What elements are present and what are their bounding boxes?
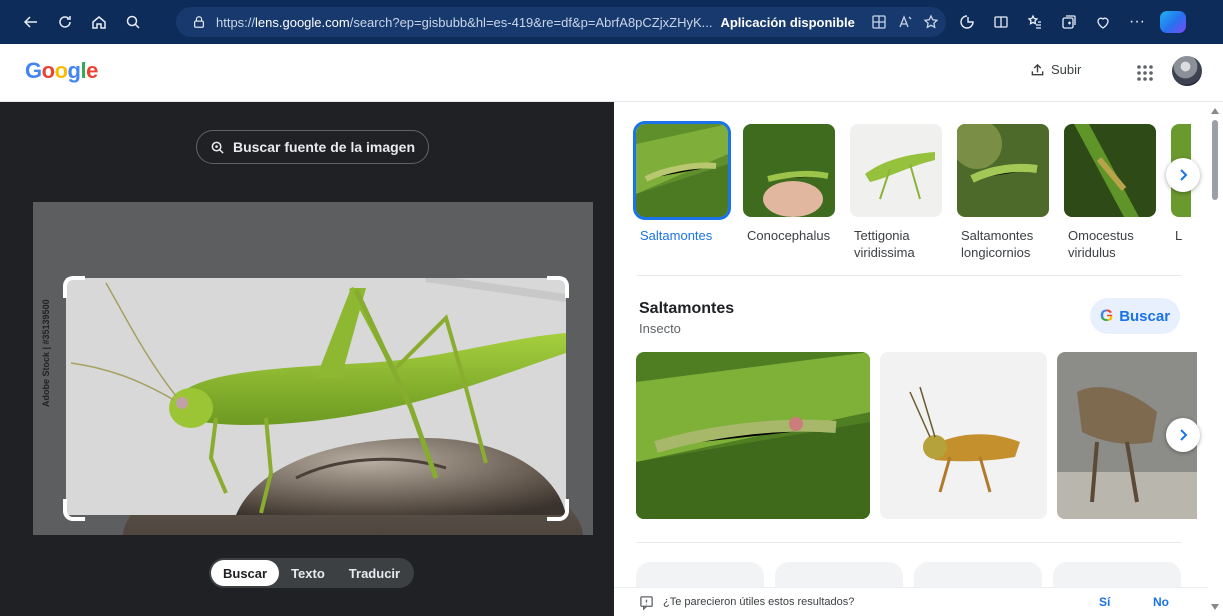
home-icon[interactable]: [82, 6, 116, 38]
results-scrollbar[interactable]: [1208, 102, 1223, 616]
gallery-next-button[interactable]: [1166, 418, 1200, 452]
copilot-icon[interactable]: [1160, 11, 1186, 33]
split-screen-icon[interactable]: [984, 6, 1018, 38]
placeholder-card: [1053, 562, 1181, 588]
favorites-list-icon[interactable]: [1018, 6, 1052, 38]
mode-tab-translate[interactable]: Traducir: [337, 560, 412, 586]
google-g-icon: G: [1099, 306, 1114, 325]
grasshopper-crop: [66, 278, 566, 515]
results-panel: Saltamontes Conocephalus Tettigonia viri…: [614, 102, 1223, 616]
app-install-icon[interactable]: [871, 14, 887, 30]
placeholder-card: [775, 562, 903, 588]
scroll-down-arrow[interactable]: [1211, 604, 1219, 610]
chip-saltamontes-longicornios[interactable]: Saltamontes longicornios: [957, 124, 1049, 261]
google-search-button[interactable]: G Buscar: [1090, 298, 1180, 334]
lens-image-panel: Buscar fuente de la imagen Adobe Stock |…: [0, 102, 614, 616]
image-watermark: Adobe Stock | #35139500: [41, 299, 51, 407]
scroll-up-arrow[interactable]: [1211, 108, 1219, 114]
chevron-right-icon: [1180, 169, 1188, 181]
crop-handle-top-left[interactable]: [63, 276, 85, 298]
gallery-image[interactable]: [636, 352, 870, 519]
feedback-bar: ¿Te parecieron útiles estos resultados? …: [614, 587, 1223, 616]
collections-icon[interactable]: [1052, 6, 1086, 38]
back-icon[interactable]: [14, 6, 48, 38]
crop-handle-bottom-right[interactable]: [547, 499, 569, 521]
google-logo[interactable]: Google: [25, 58, 98, 84]
divider: [636, 542, 1182, 543]
feedback-question: ¿Te parecieron útiles estos resultados?: [663, 596, 855, 608]
search-icon[interactable]: [116, 6, 150, 38]
entity-subtitle: Insecto: [639, 321, 681, 336]
feedback-no-button[interactable]: No: [1153, 595, 1169, 609]
url-host: lens.google.com: [255, 14, 350, 30]
chip-saltamontes[interactable]: Saltamontes: [633, 121, 731, 261]
refresh-icon[interactable]: [48, 6, 82, 38]
image-selection-area[interactable]: [66, 278, 566, 515]
browser-essentials-icon[interactable]: [1086, 6, 1120, 38]
placeholder-card: [636, 562, 764, 588]
more-menu-icon[interactable]: ···: [1120, 6, 1154, 38]
entity-chips: Saltamontes Conocephalus Tettigonia viri…: [633, 121, 1171, 261]
upload-button[interactable]: Subir: [1030, 62, 1081, 77]
upload-icon: [1031, 63, 1044, 76]
loading-placeholders: [636, 562, 1192, 588]
chip-tettigonia[interactable]: Tettigonia viridissima: [850, 124, 942, 261]
url-prefix: https://: [216, 14, 256, 30]
entity-title: Saltamontes: [639, 300, 735, 317]
google-apps-icon[interactable]: [1136, 64, 1154, 82]
read-aloud-icon[interactable]: [897, 14, 913, 30]
find-image-source-button[interactable]: Buscar fuente de la imagen: [196, 130, 429, 164]
scroll-thumb[interactable]: [1212, 120, 1218, 200]
crop-handle-bottom-left[interactable]: [63, 499, 85, 521]
google-header: Google Subir: [0, 44, 1223, 102]
url-path: /search?ep=gisbubb&hl=es-419&re=df&p=Abr…: [349, 14, 713, 30]
upload-label: Subir: [1051, 62, 1082, 77]
image-gallery: [636, 352, 1207, 519]
browser-toolbar: https://lens.google.com/search?ep=gisbub…: [0, 0, 1223, 44]
extensions-icon[interactable]: [950, 6, 984, 38]
address-bar[interactable]: https://lens.google.com/search?ep=gisbub…: [176, 7, 946, 37]
lens-search-icon: [211, 141, 224, 154]
uploaded-image[interactable]: Adobe Stock | #35139500: [33, 202, 593, 535]
mode-tab-search[interactable]: Buscar: [211, 560, 280, 586]
lens-mode-switcher: Buscar Texto Traducir: [209, 558, 414, 588]
favorite-star-icon[interactable]: [923, 14, 939, 30]
placeholder-card: [914, 562, 1042, 588]
app-available-label[interactable]: Aplicación disponible: [720, 15, 854, 30]
lock-icon: [194, 16, 204, 28]
google-search-label: Buscar: [1119, 307, 1171, 325]
gallery-image[interactable]: [880, 352, 1047, 519]
chips-next-button[interactable]: [1166, 158, 1200, 192]
mode-tab-text[interactable]: Texto: [279, 560, 337, 586]
chip-partial-label: L: [1175, 228, 1183, 243]
chip-conocephalus[interactable]: Conocephalus: [743, 124, 835, 261]
crop-handle-top-right[interactable]: [547, 276, 569, 298]
divider: [636, 275, 1182, 276]
feedback-yes-button[interactable]: Sí: [1099, 595, 1110, 609]
chip-omocestus[interactable]: Omocestus viridulus: [1064, 124, 1156, 261]
chevron-right-icon: [1180, 429, 1188, 441]
feedback-icon: [640, 595, 653, 610]
find-image-source-label: Buscar fuente de la imagen: [232, 139, 416, 155]
account-avatar[interactable]: [1172, 56, 1202, 86]
